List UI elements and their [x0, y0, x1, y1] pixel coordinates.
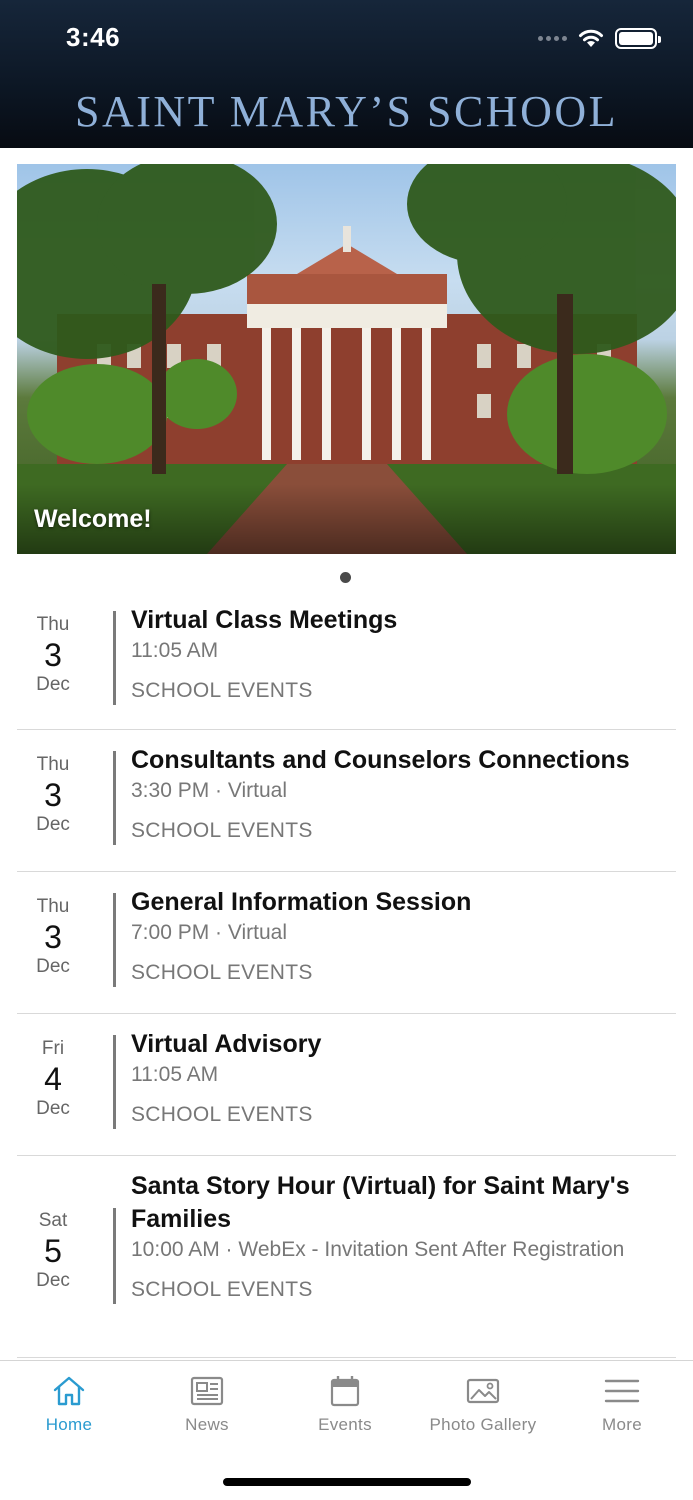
wifi-icon	[579, 29, 603, 47]
tab-more[interactable]: More	[553, 1373, 691, 1435]
school-title: SAINT MARY’S SCHOOL	[75, 87, 618, 136]
page-indicator-dot	[340, 572, 351, 583]
event-divider	[113, 1035, 116, 1129]
event-weekday: Thu	[36, 896, 70, 917]
event-info: Consultants and Counselors Connections 3…	[131, 744, 670, 843]
event-date: Fri 4 Dec	[17, 1038, 89, 1120]
event-info: General Information Session 7:00 PM · Vi…	[131, 886, 670, 985]
event-divider	[113, 751, 116, 845]
event-month: Dec	[36, 1098, 70, 1119]
app-header: 3:46 SAINT MARY’S SCHOOL	[0, 0, 693, 148]
event-month: Dec	[36, 674, 70, 695]
home-indicator[interactable]	[223, 1478, 471, 1486]
hero-banner[interactable]: Welcome!	[17, 164, 676, 554]
newspaper-icon	[190, 1376, 224, 1406]
event-divider	[113, 611, 116, 705]
tab-photo-gallery[interactable]: Photo Gallery	[414, 1373, 552, 1435]
event-time: 10:00 AM · WebEx - Invitation Sent After…	[131, 1238, 625, 1261]
tab-events[interactable]: Events	[276, 1373, 414, 1435]
event-date: Thu 3 Dec	[17, 614, 89, 696]
event-item[interactable]: Fri 4 Dec Virtual Advisory 11:05 AM SCHO…	[17, 1014, 676, 1156]
event-date: Sat 5 Dec	[17, 1210, 89, 1292]
event-weekday: Thu	[36, 614, 70, 635]
event-category: SCHOOL EVENTS	[131, 679, 313, 702]
cellular-signal-icon	[538, 35, 567, 41]
event-time: 11:05 AM	[131, 1063, 219, 1086]
event-category: SCHOOL EVENTS	[131, 819, 313, 842]
tab-label: More	[602, 1415, 642, 1434]
tab-home[interactable]: Home	[0, 1373, 138, 1435]
event-title: Consultants and Counselors Connections	[131, 746, 630, 774]
event-info: Virtual Advisory 11:05 AM SCHOOL EVENTS	[131, 1028, 670, 1127]
campus-building-image	[17, 164, 676, 554]
event-item[interactable]: Thu 3 Dec Virtual Class Meetings 11:05 A…	[17, 590, 676, 730]
event-title: General Information Session	[131, 888, 472, 916]
event-month: Dec	[36, 814, 70, 835]
event-title: Virtual Advisory	[131, 1030, 322, 1058]
event-category: SCHOOL EVENTS	[131, 961, 313, 984]
event-item[interactable]: Thu 3 Dec General Information Session 7:…	[17, 872, 676, 1014]
event-day: 3	[44, 919, 62, 955]
menu-icon	[604, 1379, 640, 1403]
event-category: SCHOOL EVENTS	[131, 1103, 313, 1126]
event-time: 3:30 PM · Virtual	[131, 779, 288, 802]
tab-label: Home	[45, 1415, 93, 1434]
event-item[interactable]: Sat 5 Dec Santa Story Hour (Virtual) for…	[17, 1156, 676, 1358]
event-title: Virtual Class Meetings	[131, 606, 398, 634]
events-list: Thu 3 Dec Virtual Class Meetings 11:05 A…	[17, 590, 676, 1358]
event-month: Dec	[36, 1270, 70, 1291]
tab-label: News	[185, 1415, 229, 1434]
event-info: Santa Story Hour (Virtual) for Saint Mar…	[131, 1170, 670, 1302]
event-info: Virtual Class Meetings 11:05 AM SCHOOL E…	[131, 604, 670, 703]
event-date: Thu 3 Dec	[17, 754, 89, 836]
home-icon	[53, 1376, 85, 1406]
status-time: 3:46	[66, 22, 121, 52]
image-icon	[466, 1378, 500, 1404]
event-weekday: Sat	[38, 1210, 68, 1231]
event-item[interactable]: Thu 3 Dec Consultants and Counselors Con…	[17, 730, 676, 872]
event-month: Dec	[36, 956, 70, 977]
tab-label: Events	[318, 1415, 372, 1434]
event-category: SCHOOL EVENTS	[131, 1278, 313, 1301]
event-divider	[113, 1208, 116, 1304]
event-title: Santa Story Hour (Virtual) for Saint Mar…	[131, 1172, 630, 1233]
tab-label: Photo Gallery	[429, 1415, 537, 1434]
status-icons	[538, 24, 661, 52]
battery-icon	[615, 27, 661, 49]
event-weekday: Thu	[36, 754, 70, 775]
event-weekday: Fri	[41, 1038, 65, 1059]
event-day: 5	[44, 1233, 62, 1269]
event-day: 3	[44, 637, 62, 673]
hero-caption: Welcome!	[34, 505, 152, 533]
event-divider	[113, 893, 116, 987]
tab-news[interactable]: News	[138, 1373, 276, 1435]
event-day: 4	[44, 1061, 62, 1097]
calendar-icon	[330, 1376, 360, 1407]
event-time: 7:00 PM · Virtual	[131, 921, 288, 944]
event-date: Thu 3 Dec	[17, 896, 89, 978]
event-day: 3	[44, 777, 62, 813]
event-time: 11:05 AM	[131, 639, 219, 662]
